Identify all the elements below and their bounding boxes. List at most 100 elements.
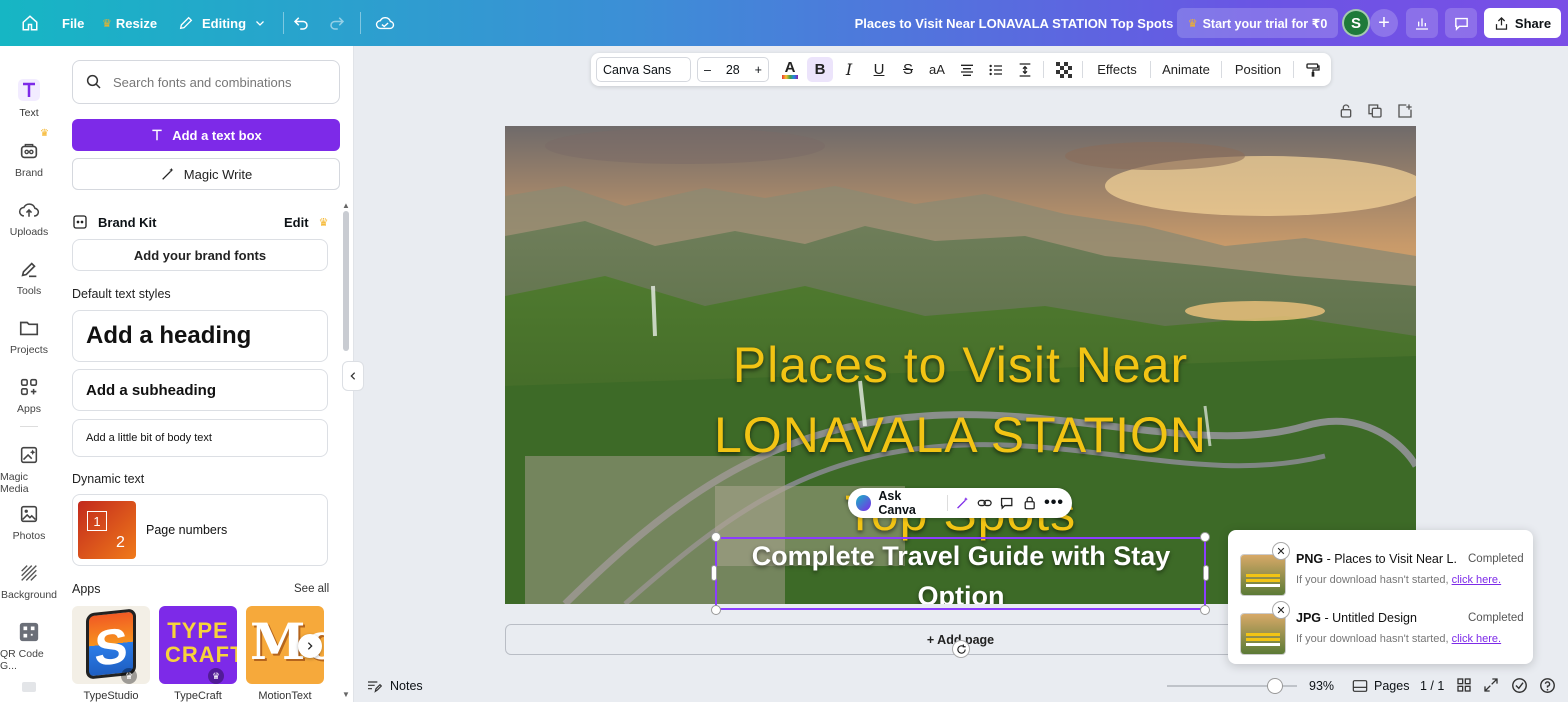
decrease-size-button[interactable]: – bbox=[704, 63, 711, 77]
editing-mode-dropdown[interactable]: Editing bbox=[178, 0, 266, 46]
app-tile-motiontext[interactable]: Mo bbox=[246, 606, 324, 684]
rail-item-text[interactable]: Text bbox=[0, 78, 58, 119]
avatar[interactable]: S bbox=[1342, 9, 1370, 37]
share-button[interactable]: Share bbox=[1484, 8, 1561, 38]
rail-item-tools[interactable]: Tools bbox=[0, 258, 58, 297]
rail-item-apps[interactable]: Apps bbox=[0, 376, 58, 415]
bottom-bar: Notes 93% Pages 1 / 1 bbox=[354, 670, 1568, 702]
animate-button[interactable]: Animate bbox=[1158, 53, 1214, 86]
page-numbers-card[interactable]: 1 2 Page numbers bbox=[72, 494, 328, 566]
background-icon bbox=[21, 565, 37, 581]
notes-button[interactable]: Notes bbox=[366, 678, 423, 694]
add-body-text-button[interactable]: Add a little bit of body text bbox=[72, 419, 328, 457]
rail-item-uploads[interactable]: Uploads bbox=[0, 199, 58, 238]
pages-button[interactable]: Pages bbox=[1352, 679, 1409, 693]
start-trial-button[interactable]: ♛ Start your trial for ₹0 bbox=[1177, 8, 1338, 38]
undo-icon[interactable] bbox=[292, 0, 310, 46]
bold-button[interactable]: B bbox=[807, 57, 833, 82]
spacing-icon[interactable] bbox=[1013, 53, 1037, 86]
more-options-icon[interactable]: ••• bbox=[1044, 494, 1064, 512]
collapse-panel-button[interactable] bbox=[342, 361, 364, 391]
redo-icon[interactable] bbox=[328, 0, 346, 46]
cloud-save-icon[interactable] bbox=[375, 0, 395, 46]
resize-handle[interactable] bbox=[1200, 605, 1210, 615]
scroll-down-icon[interactable]: ▼ bbox=[342, 690, 350, 699]
font-size-stepper[interactable]: – 28 + bbox=[697, 57, 769, 82]
click-here-link[interactable]: click here. bbox=[1452, 633, 1502, 645]
ask-canva-button[interactable]: Ask Canva bbox=[878, 489, 939, 517]
italic-button[interactable]: I bbox=[837, 53, 861, 86]
link-icon[interactable] bbox=[977, 495, 992, 511]
brand-icon bbox=[20, 143, 38, 159]
add-subheading-button[interactable]: Add a subheading bbox=[72, 369, 328, 411]
resize-handle[interactable] bbox=[1203, 565, 1209, 581]
dismiss-download-button[interactable]: ✕ bbox=[1272, 601, 1290, 619]
download-thumbnail bbox=[1240, 554, 1286, 596]
font-family-select[interactable]: Canva Sans bbox=[596, 57, 691, 82]
resize-button[interactable]: ♛ Resize bbox=[102, 0, 157, 46]
chevron-right-icon[interactable] bbox=[298, 634, 322, 658]
invite-plus-icon[interactable]: + bbox=[1370, 9, 1398, 37]
help-icon[interactable] bbox=[1539, 677, 1556, 697]
resize-handle[interactable] bbox=[711, 532, 721, 542]
document-title[interactable]: Places to Visit Near LONAVALA STATION To… bbox=[855, 0, 1174, 46]
letter-case-button[interactable]: aA bbox=[924, 53, 950, 86]
home-icon[interactable] bbox=[18, 0, 42, 46]
click-here-link[interactable]: click here. bbox=[1452, 574, 1502, 586]
headline-line-1[interactable]: Places to Visit Near bbox=[505, 336, 1416, 394]
lock-icon[interactable] bbox=[1022, 495, 1037, 511]
underline-button[interactable]: U bbox=[867, 53, 891, 86]
increase-size-button[interactable]: + bbox=[755, 63, 762, 77]
effects-button[interactable]: Effects bbox=[1091, 53, 1143, 86]
resize-handle[interactable] bbox=[711, 605, 721, 615]
file-menu[interactable]: File bbox=[62, 0, 84, 46]
add-brand-fonts-button[interactable]: Add your brand fonts bbox=[72, 239, 328, 271]
strikethrough-button[interactable]: S bbox=[896, 53, 920, 86]
rail-item-projects[interactable]: Projects bbox=[0, 317, 58, 356]
align-center-icon[interactable] bbox=[955, 53, 979, 86]
check-circle-icon[interactable] bbox=[1511, 677, 1528, 697]
add-page-icon[interactable] bbox=[1397, 103, 1415, 119]
duplicate-page-icon[interactable] bbox=[1367, 103, 1385, 119]
copy-style-paint-roller-icon[interactable] bbox=[1301, 53, 1325, 86]
brand-kit-edit-link[interactable]: Edit ♛ bbox=[284, 215, 328, 230]
add-comment-icon[interactable] bbox=[999, 495, 1014, 511]
default-text-styles-label: Default text styles bbox=[72, 287, 171, 301]
add-text-box-button[interactable]: Add a text box bbox=[72, 119, 340, 151]
insights-chart-icon[interactable] bbox=[1406, 8, 1438, 38]
magic-write-button[interactable]: Magic Write bbox=[72, 158, 340, 190]
resize-handle[interactable] bbox=[711, 565, 717, 581]
app-tile-typecraft[interactable]: TYPE CRAFT bbox=[159, 606, 237, 684]
app-tile-typestudio[interactable]: S bbox=[72, 606, 150, 684]
zoom-slider-thumb[interactable] bbox=[1266, 678, 1283, 694]
rail-item-background[interactable]: Background bbox=[0, 562, 58, 601]
font-search-input[interactable]: Search fonts and combinations bbox=[72, 60, 340, 104]
zoom-percent[interactable]: 93% bbox=[1309, 679, 1334, 693]
download-item: ✕ JPG - Untitled Design Completed If you… bbox=[1240, 601, 1530, 657]
grid-view-icon[interactable] bbox=[1456, 677, 1472, 696]
ask-canva-bar: Ask Canva ••• bbox=[848, 488, 1072, 518]
text-selection-frame[interactable] bbox=[715, 537, 1206, 610]
headline-line-2[interactable]: LONAVALA STATION bbox=[505, 406, 1416, 464]
add-heading-button[interactable]: Add a heading bbox=[72, 310, 328, 362]
rail-item-brand[interactable]: Brand bbox=[0, 140, 58, 179]
scroll-up-icon[interactable]: ▲ bbox=[342, 201, 350, 210]
comment-icon[interactable] bbox=[1445, 8, 1477, 38]
rail-item-magic-media[interactable]: Magic Media bbox=[0, 444, 58, 495]
text-color-button[interactable]: A bbox=[778, 53, 802, 86]
transparency-icon[interactable] bbox=[1053, 53, 1075, 86]
magic-edit-icon[interactable] bbox=[955, 495, 970, 511]
rail-item-qr-code[interactable]: QR Code G... bbox=[0, 621, 58, 672]
rotate-icon[interactable] bbox=[952, 640, 970, 658]
see-all-link[interactable]: See all bbox=[294, 583, 329, 595]
dismiss-download-button[interactable]: ✕ bbox=[1272, 542, 1290, 560]
fullscreen-icon[interactable] bbox=[1483, 677, 1499, 696]
rail-item-photos[interactable]: Photos bbox=[0, 503, 58, 542]
font-size-value[interactable]: 28 bbox=[726, 63, 740, 77]
panel-scrollbar[interactable] bbox=[343, 211, 349, 351]
more-apps-icon[interactable] bbox=[22, 682, 36, 692]
lock-page-icon[interactable] bbox=[1338, 103, 1356, 119]
resize-handle[interactable] bbox=[1200, 532, 1210, 542]
position-button[interactable]: Position bbox=[1229, 53, 1287, 86]
bullet-list-icon[interactable] bbox=[984, 53, 1008, 86]
